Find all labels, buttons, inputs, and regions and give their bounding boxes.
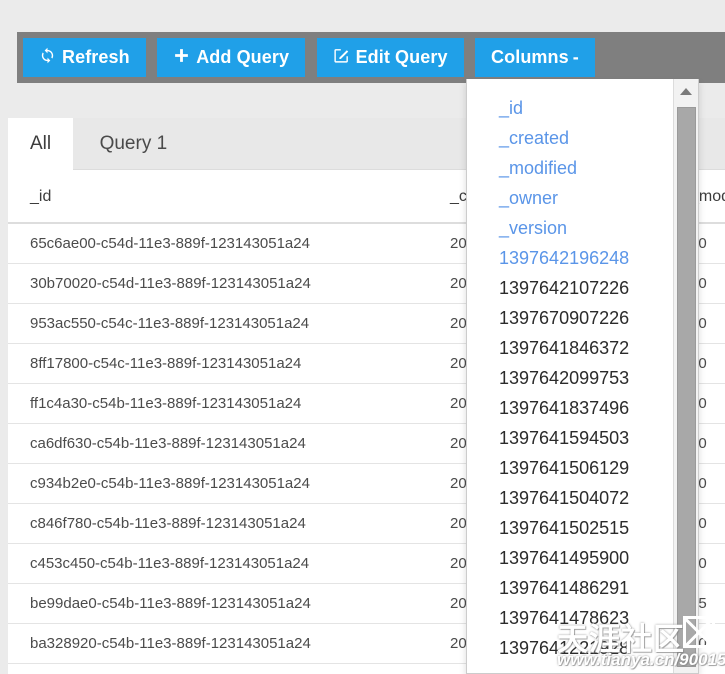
columns-dropdown-list: _id _created _modified _owner _version 139764… <box>467 79 698 663</box>
columns-dropdown-item[interactable]: 1397670907226 <box>467 303 698 333</box>
scroll-up-arrow-icon[interactable] <box>674 79 698 103</box>
columns-dropdown-item[interactable]: _owner <box>467 183 698 213</box>
app-root: Refresh Add Query Edit Query Columns - A… <box>0 0 725 674</box>
columns-dropdown-item[interactable]: 1397641478623 <box>467 603 698 633</box>
columns-dropdown-item[interactable]: 1397642107226 <box>467 273 698 303</box>
refresh-button-label: Refresh <box>62 47 130 67</box>
tab-query-1[interactable]: Query 1 <box>78 118 190 170</box>
tab-all-label: All <box>30 133 52 154</box>
columns-button[interactable]: Columns - <box>475 38 595 77</box>
columns-dropdown-item[interactable]: 1397641502515 <box>467 513 698 543</box>
add-query-button[interactable]: Add Query <box>157 38 306 77</box>
tab-query-1-label: Query 1 <box>99 133 168 154</box>
dropdown-scrollbar[interactable] <box>673 79 698 673</box>
refresh-icon <box>39 47 56 64</box>
columns-dropdown-item[interactable]: 1397642196248 <box>467 243 698 273</box>
columns-dropdown-item[interactable]: 1397641837496 <box>467 393 698 423</box>
columns-dropdown-item[interactable]: 1397641594503 <box>467 423 698 453</box>
row-cell-id: c453c450-c54b-11e3-889f-123143051a24 <box>8 543 428 584</box>
tab-all[interactable]: All <box>8 118 74 170</box>
row-cell-id: 953ac550-c54c-11e3-889f-123143051a24 <box>8 303 428 344</box>
add-query-button-label: Add Query <box>196 47 290 67</box>
columns-dropdown-item[interactable]: 1397641495900 <box>467 543 698 573</box>
row-cell-id: ca6df630-c54b-11e3-889f-123143051a24 <box>8 423 428 464</box>
scrollbar-thumb[interactable] <box>677 107 696 667</box>
plus-icon <box>173 47 190 64</box>
refresh-button[interactable]: Refresh <box>23 38 146 77</box>
row-cell-id: 65c6ae00-c54d-11e3-889f-123143051a24 <box>8 223 428 264</box>
columns-dropdown-item[interactable]: _version <box>467 213 698 243</box>
row-cell-id: c934b2e0-c54b-11e3-889f-123143051a24 <box>8 463 428 504</box>
columns-dropdown-item[interactable]: _modified <box>467 153 698 183</box>
column-header-id[interactable]: _id <box>8 170 428 224</box>
row-cell-id: 8ff17800-c54c-11e3-889f-123143051a24 <box>8 343 428 384</box>
toolbar: Refresh Add Query Edit Query Columns - <box>17 32 725 83</box>
columns-dropdown-item[interactable]: 1397642099753 <box>467 363 698 393</box>
columns-dropdown-item[interactable]: _id <box>467 93 698 123</box>
columns-dropdown-item[interactable]: 1397641486291 <box>467 573 698 603</box>
row-cell-id: ba328920-c54b-11e3-889f-123143051a24 <box>8 623 428 664</box>
columns-dropdown-panel[interactable]: _id _created _modified _owner _version 139764… <box>466 79 699 674</box>
columns-dropdown-item[interactable]: _created <box>467 123 698 153</box>
row-cell-id: c846f780-c54b-11e3-889f-123143051a24 <box>8 503 428 544</box>
edit-icon <box>333 47 350 64</box>
columns-dropdown-item[interactable]: 1397641504072 <box>467 483 698 513</box>
edit-query-button[interactable]: Edit Query <box>316 38 464 77</box>
columns-dropdown-item[interactable]: 1397641506129 <box>467 453 698 483</box>
row-cell-id: ff1c4a30-c54b-11e3-889f-123143051a24 <box>8 383 428 424</box>
columns-button-label: Columns <box>491 47 569 67</box>
edit-query-button-label: Edit Query <box>355 47 448 67</box>
row-cell-id: 30b70020-c54d-11e3-889f-123143051a24 <box>8 263 428 304</box>
columns-dropdown-item[interactable]: 1397641221928 <box>467 633 698 663</box>
row-cell-id: be99dae0-c54b-11e3-889f-123143051a24 <box>8 583 428 624</box>
caret-down-icon: - <box>572 47 579 67</box>
columns-dropdown-item[interactable]: 1397641846372 <box>467 333 698 363</box>
